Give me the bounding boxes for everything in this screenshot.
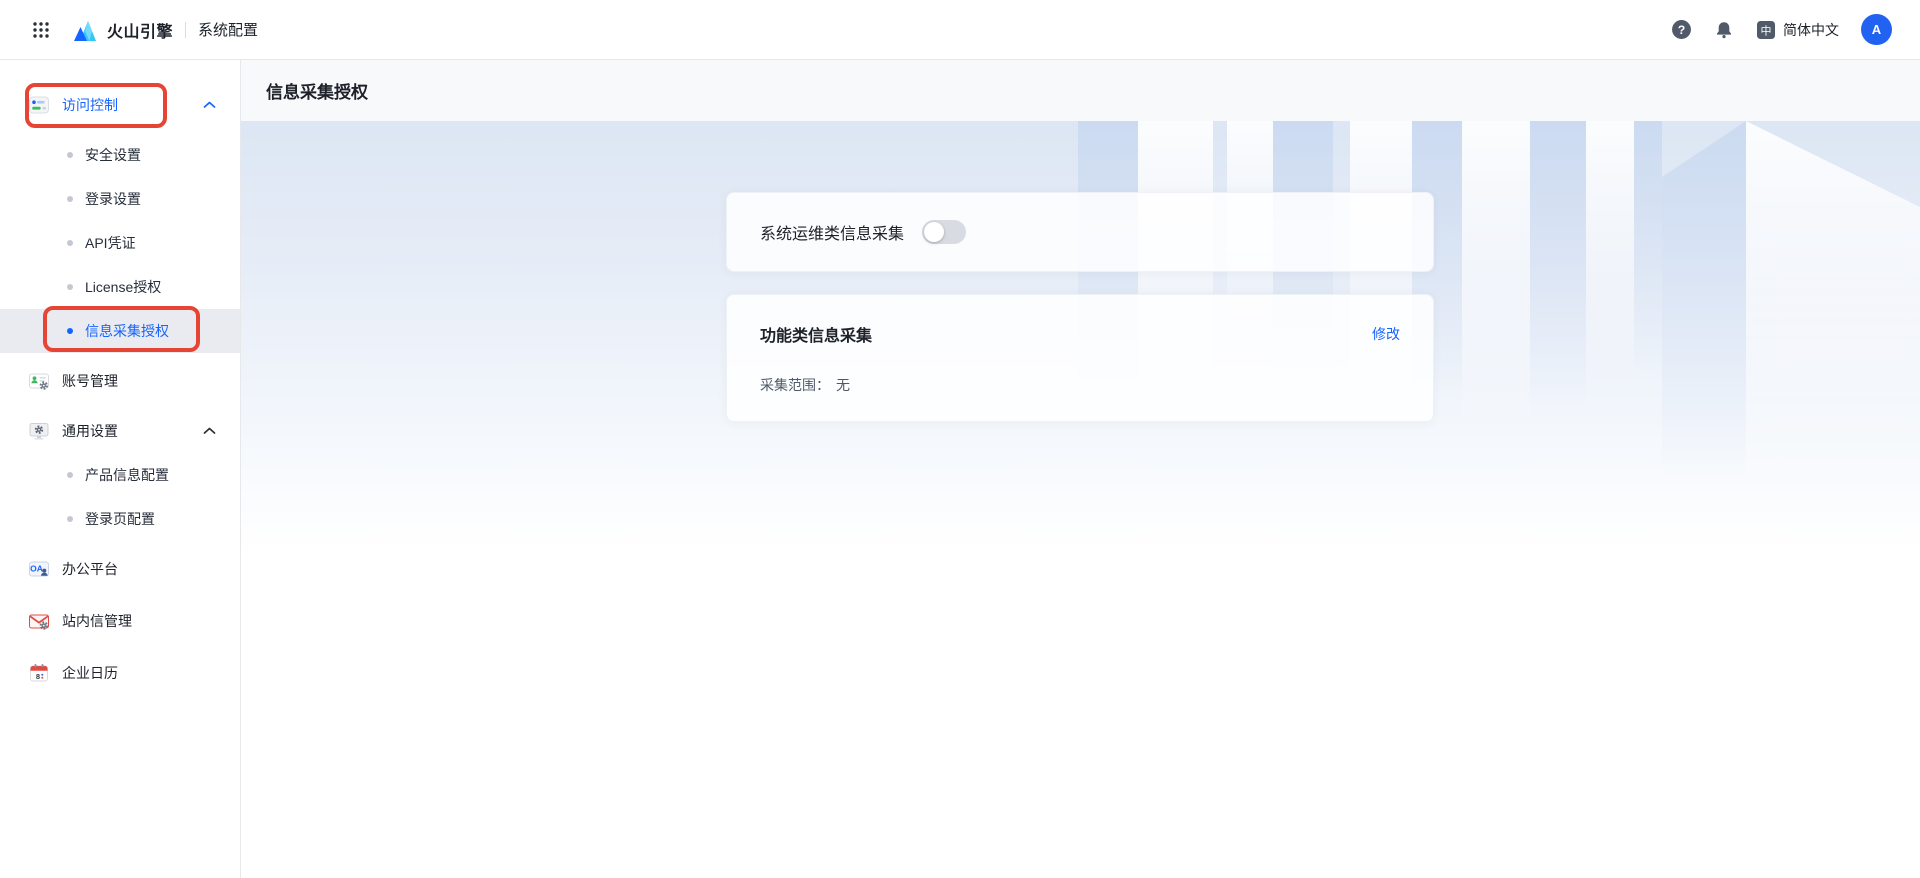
language-switcher[interactable]: 中 简体中文 bbox=[1756, 20, 1839, 40]
chevron-up-icon bbox=[203, 427, 216, 435]
volcengine-logo-icon[interactable] bbox=[72, 19, 98, 41]
sidebar-item-label: 访问控制 bbox=[62, 97, 118, 113]
office-platform-icon: OA bbox=[29, 561, 49, 577]
ops-collection-card: 系统运维类信息采集 bbox=[726, 192, 1434, 272]
svg-text:8: 8 bbox=[36, 672, 40, 681]
sidebar-item-label: API凭证 bbox=[85, 235, 136, 251]
toggle-knob bbox=[924, 222, 945, 242]
sidebar-item-account-management[interactable]: 账号管理 bbox=[0, 359, 240, 403]
banner-building bbox=[1662, 121, 1746, 521]
language-label: 简体中文 bbox=[1783, 21, 1839, 38]
topbar-left: 火山引擎 系统配置 bbox=[32, 18, 258, 42]
svg-text:?: ? bbox=[1678, 23, 1685, 37]
sidebar-item-login-settings[interactable]: 登录设置 bbox=[0, 177, 240, 221]
modify-link[interactable]: 修改 bbox=[1372, 324, 1400, 344]
user-avatar[interactable]: A bbox=[1861, 14, 1892, 45]
chevron-up-icon bbox=[203, 101, 216, 109]
banner-building bbox=[1746, 121, 1920, 551]
ops-collection-toggle[interactable] bbox=[922, 220, 967, 244]
sidebar-item-label: 办公平台 bbox=[62, 561, 118, 577]
sidebar-item-label: 通用设置 bbox=[62, 423, 118, 439]
brand-name: 火山引擎 bbox=[107, 23, 174, 41]
page-title: 信息采集授权 bbox=[266, 83, 368, 102]
bullet-dot-icon bbox=[67, 240, 73, 246]
translate-icon: 中 bbox=[1757, 20, 1775, 39]
sidebar-item-label: License授权 bbox=[85, 279, 162, 295]
site-mail-icon bbox=[29, 614, 49, 630]
bullet-dot-icon bbox=[67, 516, 73, 522]
access-control-icon bbox=[29, 96, 49, 114]
general-settings-icon bbox=[29, 423, 49, 440]
sidebar-item-site-mail-management[interactable]: 站内信管理 bbox=[0, 599, 240, 643]
sidebar-item-info-collection-auth[interactable]: 信息采集授权 bbox=[0, 309, 240, 353]
sidebar-item-label: 站内信管理 bbox=[62, 613, 132, 629]
topbar-right: ? 中 简体中文 A bbox=[1671, 14, 1892, 45]
banner-building bbox=[1530, 121, 1586, 446]
bullet-dot-icon bbox=[67, 284, 73, 290]
sidebar-item-license-auth[interactable]: License授权 bbox=[0, 265, 240, 309]
feature-collection-card: 功能类信息采集 修改 采集范围： 无 bbox=[726, 294, 1434, 422]
scope-label: 采集范围： bbox=[760, 377, 830, 393]
avatar-letter: A bbox=[1871, 22, 1882, 37]
sidebar-item-api-credentials[interactable]: API凭证 bbox=[0, 221, 240, 265]
bullet-dot-icon bbox=[67, 196, 73, 202]
sidebar-nav: 访问控制 安全设置 登录设置 API凭证 License授权 信息采集授权 账号… bbox=[0, 60, 241, 878]
banner-building bbox=[1634, 121, 1662, 401]
sidebar-item-enterprise-calendar[interactable]: 8 企业日历 bbox=[0, 651, 240, 695]
sidebar-item-label: 登录页配置 bbox=[85, 511, 155, 527]
sidebar-item-access-control[interactable]: 访问控制 bbox=[0, 83, 240, 127]
svg-text:OA: OA bbox=[30, 564, 43, 574]
banner-building bbox=[1462, 121, 1530, 471]
sidebar-item-office-platform[interactable]: OA 办公平台 bbox=[0, 547, 240, 591]
app-grid-icon[interactable] bbox=[32, 20, 52, 40]
svg-text:中: 中 bbox=[1761, 24, 1772, 37]
feature-collection-title: 功能类信息采集 bbox=[760, 328, 873, 345]
notification-bell-icon[interactable] bbox=[1714, 20, 1734, 40]
sidebar-item-label: 信息采集授权 bbox=[85, 323, 169, 339]
scope-value: 无 bbox=[836, 377, 850, 393]
bullet-dot-icon bbox=[67, 328, 73, 334]
page-header: 信息采集授权 bbox=[241, 60, 1920, 121]
account-management-icon bbox=[29, 373, 49, 390]
sidebar-item-label: 登录设置 bbox=[85, 191, 141, 207]
bullet-dot-icon bbox=[67, 152, 73, 158]
help-icon[interactable]: ? bbox=[1671, 19, 1692, 40]
calendar-icon: 8 bbox=[30, 664, 48, 682]
ops-collection-title: 系统运维类信息采集 bbox=[760, 226, 905, 243]
sidebar-item-label: 账号管理 bbox=[62, 373, 118, 389]
sidebar-item-label: 安全设置 bbox=[85, 147, 141, 163]
app-title: 系统配置 bbox=[198, 22, 259, 39]
sidebar-item-security-settings[interactable]: 安全设置 bbox=[0, 133, 240, 177]
sidebar-item-general-settings[interactable]: 通用设置 bbox=[0, 409, 240, 453]
banner-building bbox=[1586, 121, 1634, 421]
sidebar-item-label: 产品信息配置 bbox=[85, 467, 169, 483]
topbar: 火山引擎 系统配置 ? 中 简体中文 A bbox=[0, 0, 1920, 60]
bullet-dot-icon bbox=[67, 472, 73, 478]
sidebar-item-login-page-config[interactable]: 登录页配置 bbox=[0, 497, 240, 541]
collection-scope-row: 采集范围： 无 bbox=[760, 375, 1400, 395]
content-banner: 系统运维类信息采集 功能类信息采集 修改 采集范围： 无 bbox=[241, 121, 1920, 878]
sidebar-item-label: 企业日历 bbox=[62, 665, 118, 681]
main-area: 信息采集授权 系统运维类信息采集 功能类信息采集 修改 采集范围： 无 bbox=[241, 60, 1920, 878]
topbar-divider bbox=[185, 21, 187, 38]
sidebar-item-product-info-config[interactable]: 产品信息配置 bbox=[0, 453, 240, 497]
